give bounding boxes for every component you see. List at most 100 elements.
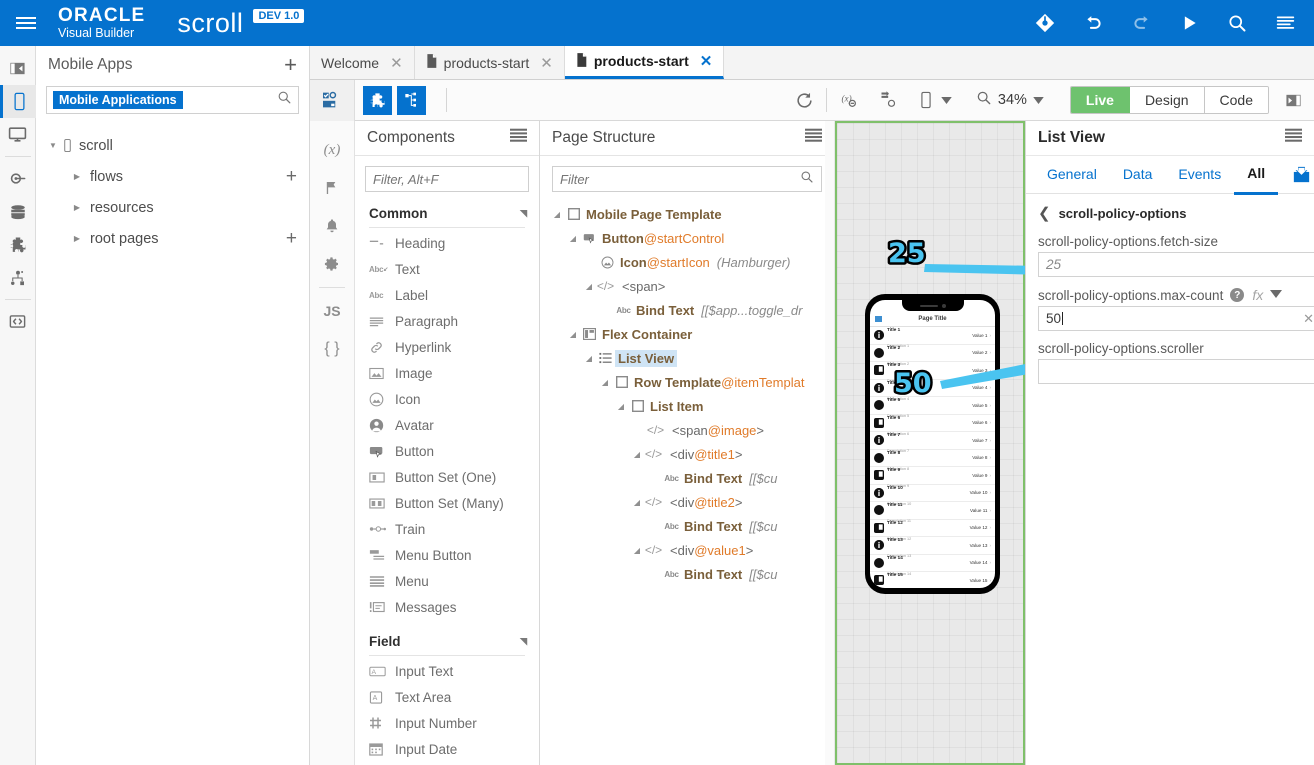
components-filter[interactable] bbox=[365, 166, 539, 192]
component-label-comp[interactable]: Abc Label bbox=[355, 282, 539, 308]
page-structure-button[interactable] bbox=[397, 85, 426, 115]
ps-row-icon-starticon[interactable]: Icon @startIcon (Hamburger) bbox=[540, 250, 834, 274]
javascript-icon[interactable]: JS bbox=[310, 292, 355, 330]
twisty-collapsed-icon[interactable]: ▶ bbox=[68, 203, 86, 212]
ps-row-row-template[interactable]: ◢ Row Template @itemTemplat bbox=[540, 370, 834, 394]
twisty-expanded-icon[interactable]: ◢ bbox=[630, 450, 644, 459]
twisty-expanded-icon[interactable]: ◢ bbox=[566, 234, 580, 243]
twisty-expanded-icon[interactable]: ◢ bbox=[582, 282, 596, 291]
twisty-expanded-icon[interactable]: ▼ bbox=[44, 141, 62, 150]
component-button[interactable]: Button bbox=[355, 438, 539, 464]
ps-row-bind-text-3[interactable]: Abc Bind Text [[$cu bbox=[540, 514, 834, 538]
tab-all[interactable]: All bbox=[1234, 155, 1279, 195]
tab-data[interactable]: Data bbox=[1110, 156, 1166, 193]
gear-icon[interactable] bbox=[310, 245, 355, 283]
ps-row-list-view[interactable]: ◢ List View bbox=[540, 346, 834, 370]
component-image[interactable]: Image bbox=[355, 360, 539, 386]
sidebar-item-components[interactable] bbox=[0, 228, 36, 261]
import-properties-icon[interactable] bbox=[1293, 166, 1310, 183]
tab-events[interactable]: Events bbox=[1165, 156, 1234, 193]
tree-node-root-pages[interactable]: ▶ root pages + bbox=[36, 223, 309, 254]
help-icon[interactable]: ? bbox=[1230, 288, 1245, 302]
undo-icon[interactable] bbox=[1082, 12, 1104, 34]
action-chains-icon[interactable] bbox=[879, 90, 899, 110]
component-icon[interactable]: Icon bbox=[355, 386, 539, 412]
ps-row-bind-text-4[interactable]: Abc Bind Text [[$cu bbox=[540, 562, 834, 586]
ps-row-mobile-page-template[interactable]: ◢ Mobile Page Template bbox=[540, 202, 834, 226]
chevron-left-icon[interactable]: ❮ bbox=[1038, 204, 1051, 222]
twisty-expanded-icon[interactable]: ◢ bbox=[614, 402, 628, 411]
sidebar-item-source-view[interactable] bbox=[0, 305, 36, 338]
component-avatar[interactable]: Avatar bbox=[355, 412, 539, 438]
tab-general[interactable]: General bbox=[1034, 156, 1110, 193]
collapse-caret-icon[interactable]: ◥ bbox=[520, 636, 527, 647]
tree-node-resources[interactable]: ▶ resources bbox=[36, 192, 309, 223]
component-menu-button[interactable]: Menu Button bbox=[355, 542, 539, 568]
ps-row-bind-text-1[interactable]: Abc Bind Text [[$app...toggle_dr bbox=[540, 298, 834, 322]
tab-welcome[interactable]: Welcome ✕ bbox=[310, 46, 415, 79]
mode-live-button[interactable]: Live bbox=[1070, 87, 1130, 113]
component-train[interactable]: Train bbox=[355, 516, 539, 542]
expand-panel-icon[interactable] bbox=[1285, 92, 1302, 109]
twisty-expanded-icon[interactable]: ◢ bbox=[582, 354, 596, 363]
tree-node-flows[interactable]: ▶ flows + bbox=[36, 161, 309, 192]
close-icon[interactable]: ✕ bbox=[390, 54, 403, 72]
group-header-field[interactable]: Field ◥ bbox=[355, 630, 539, 653]
twisty-expanded-icon[interactable]: ◢ bbox=[630, 546, 644, 555]
component-menu[interactable]: Menu bbox=[355, 568, 539, 594]
redo-icon[interactable] bbox=[1130, 12, 1152, 34]
components-filter-input[interactable] bbox=[373, 171, 539, 187]
component-text-area[interactable]: A Text Area bbox=[355, 684, 539, 710]
component-hyperlink[interactable]: Hyperlink bbox=[355, 334, 539, 360]
ps-row-button-startcontrol[interactable]: ◢ Button @startControl bbox=[540, 226, 834, 250]
component-button-set-one[interactable]: Button Set (One) bbox=[355, 464, 539, 490]
twisty-collapsed-icon[interactable]: ▶ bbox=[68, 234, 86, 243]
add-root-page-button[interactable]: + bbox=[286, 229, 297, 248]
variables-icon[interactable]: (x) bbox=[839, 90, 859, 110]
ps-row-list-item[interactable]: ◢ List Item bbox=[540, 394, 834, 418]
component-input-text[interactable]: A Input Text bbox=[355, 658, 539, 684]
page-structure-filter-input[interactable] bbox=[560, 171, 800, 187]
ps-row-div-value1[interactable]: ◢ </> < div @value1 > bbox=[540, 538, 834, 562]
json-icon[interactable]: { } bbox=[310, 330, 355, 368]
bell-icon[interactable] bbox=[310, 207, 355, 245]
twisty-expanded-icon[interactable]: ◢ bbox=[550, 210, 564, 219]
sidebar-item-process[interactable] bbox=[0, 261, 36, 294]
apps-search-box[interactable]: Mobile Applications bbox=[46, 86, 299, 114]
sidebar-item-service-connections[interactable] bbox=[0, 162, 36, 195]
design-canvas[interactable]: Page Title Title 1 Description 1 Value 1 › T… bbox=[835, 121, 1025, 765]
sidebar-item-web-apps[interactable] bbox=[0, 118, 36, 151]
menu-icon[interactable] bbox=[1274, 12, 1296, 34]
page-settings-icon[interactable] bbox=[310, 79, 355, 121]
panel-menu-icon[interactable] bbox=[805, 128, 822, 148]
tab-products-start-2[interactable]: products-start ✕ bbox=[564, 46, 725, 79]
panel-menu-icon[interactable] bbox=[1285, 128, 1302, 148]
field-input-max-count[interactable]: 50 ✕ bbox=[1038, 306, 1314, 331]
ps-row-div-title1[interactable]: ◢ </> < div @title1 > bbox=[540, 442, 834, 466]
component-messages[interactable]: Messages bbox=[355, 594, 539, 620]
add-flow-button[interactable]: + bbox=[286, 167, 297, 186]
tree-node-scroll[interactable]: ▼ scroll bbox=[36, 130, 309, 161]
component-paragraph[interactable]: Paragraph bbox=[355, 308, 539, 334]
ps-row-span-image[interactable]: </> < span @image > bbox=[540, 418, 834, 442]
flag-icon[interactable] bbox=[310, 169, 355, 207]
main-menu-icon[interactable] bbox=[8, 17, 44, 29]
twisty-collapsed-icon[interactable]: ▶ bbox=[68, 172, 86, 181]
field-input-scroller[interactable] bbox=[1038, 359, 1314, 384]
ps-row-bind-text-2[interactable]: Abc Bind Text [[$cu bbox=[540, 466, 834, 490]
page-structure-filter[interactable] bbox=[552, 166, 822, 192]
search-icon[interactable] bbox=[1226, 12, 1248, 34]
close-icon[interactable]: ✕ bbox=[700, 52, 713, 70]
clear-icon[interactable]: ✕ bbox=[1303, 311, 1314, 327]
collapse-panel-icon[interactable] bbox=[0, 52, 36, 85]
search-icon[interactable] bbox=[277, 90, 292, 110]
twisty-expanded-icon[interactable]: ◢ bbox=[598, 378, 612, 387]
device-dropdown-icon[interactable] bbox=[941, 96, 952, 104]
field-input-fetch-size[interactable]: 25 bbox=[1038, 252, 1314, 277]
chevron-down-icon[interactable] bbox=[1270, 290, 1283, 300]
phone-list-row[interactable]: Title 15Description 15Value 15› bbox=[870, 572, 995, 588]
ps-row-div-title2[interactable]: ◢ </> < div @title2 > bbox=[540, 490, 834, 514]
twisty-expanded-icon[interactable]: ◢ bbox=[566, 330, 580, 339]
close-icon[interactable]: ✕ bbox=[540, 54, 553, 72]
chevron-down-icon[interactable] bbox=[1033, 92, 1044, 108]
